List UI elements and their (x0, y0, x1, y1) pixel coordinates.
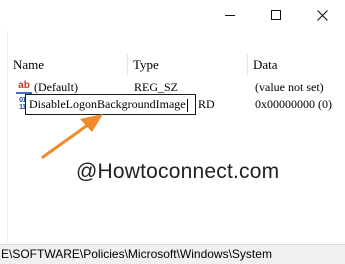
text-caret (186, 98, 188, 112)
minimize-button[interactable] (207, 0, 253, 30)
rename-input-text: DisableLogonBackgroundImage (29, 97, 186, 111)
maximize-icon (271, 10, 281, 20)
tree-pane-edge[interactable] (0, 30, 8, 244)
value-type-partial: RD (198, 97, 215, 111)
status-bar: E\SOFTWARE\Policies\Microsoft\Windows\Sy… (0, 244, 345, 264)
registry-path: E\SOFTWARE\Policies\Microsoft\Windows\Sy… (1, 247, 272, 261)
column-header-name[interactable]: Name (8, 54, 128, 75)
rename-input[interactable]: DisableLogonBackgroundImage (25, 94, 196, 115)
column-header-data[interactable]: Data (248, 54, 345, 75)
close-button[interactable] (299, 0, 345, 30)
title-bar (0, 0, 345, 30)
maximize-button[interactable] (253, 0, 299, 30)
minimize-icon (225, 14, 235, 16)
value-data: 0x00000000 (0) (255, 97, 332, 111)
close-icon (316, 9, 328, 21)
string-value-icon: ab (16, 80, 32, 94)
column-header-type[interactable]: Type (128, 54, 248, 75)
annotation-arrow-icon (41, 114, 103, 159)
watermark: @Howtoconnect.com (76, 160, 280, 183)
